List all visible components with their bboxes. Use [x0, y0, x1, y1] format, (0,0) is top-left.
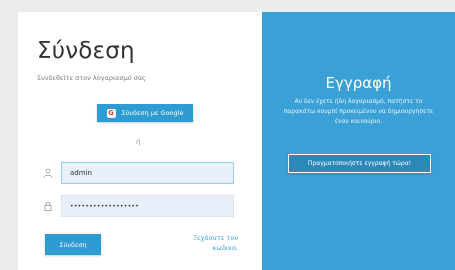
password-row: [37, 195, 234, 217]
google-login-label: Σύνδεση με Google: [121, 109, 184, 117]
signup-description: Αν δεν έχετε ήδη λογαριασμό, πατήστε το …: [283, 98, 434, 125]
signup-title: Εγγραφή: [325, 74, 392, 92]
lock-icon: [37, 195, 59, 217]
password-input[interactable]: [61, 195, 234, 217]
signup-button[interactable]: Πραγματοποιήστε εγγραφή τώρα!: [288, 154, 431, 173]
login-panel: Σύνδεση Συνδεθείτε στον λογαριασμό σας G…: [18, 12, 262, 270]
page-subtitle: Συνδεθείτε στον λογαριασμό σας: [37, 74, 146, 82]
page-title: Σύνδεση: [37, 38, 135, 64]
signup-panel: Εγγραφή Αν δεν έχετε ήδη λογαριασμό, πατ…: [262, 12, 455, 270]
or-separator: ή: [136, 138, 141, 146]
user-icon: [37, 162, 59, 184]
forgot-password-link[interactable]: Ξεχάσατε τον κωδικό;: [176, 233, 238, 253]
login-button[interactable]: Σύνδεση: [45, 234, 101, 255]
username-row: [37, 162, 234, 184]
username-input[interactable]: [61, 162, 234, 184]
google-login-button[interactable]: G Σύνδεση με Google: [97, 104, 193, 122]
google-icon: G: [106, 108, 116, 118]
